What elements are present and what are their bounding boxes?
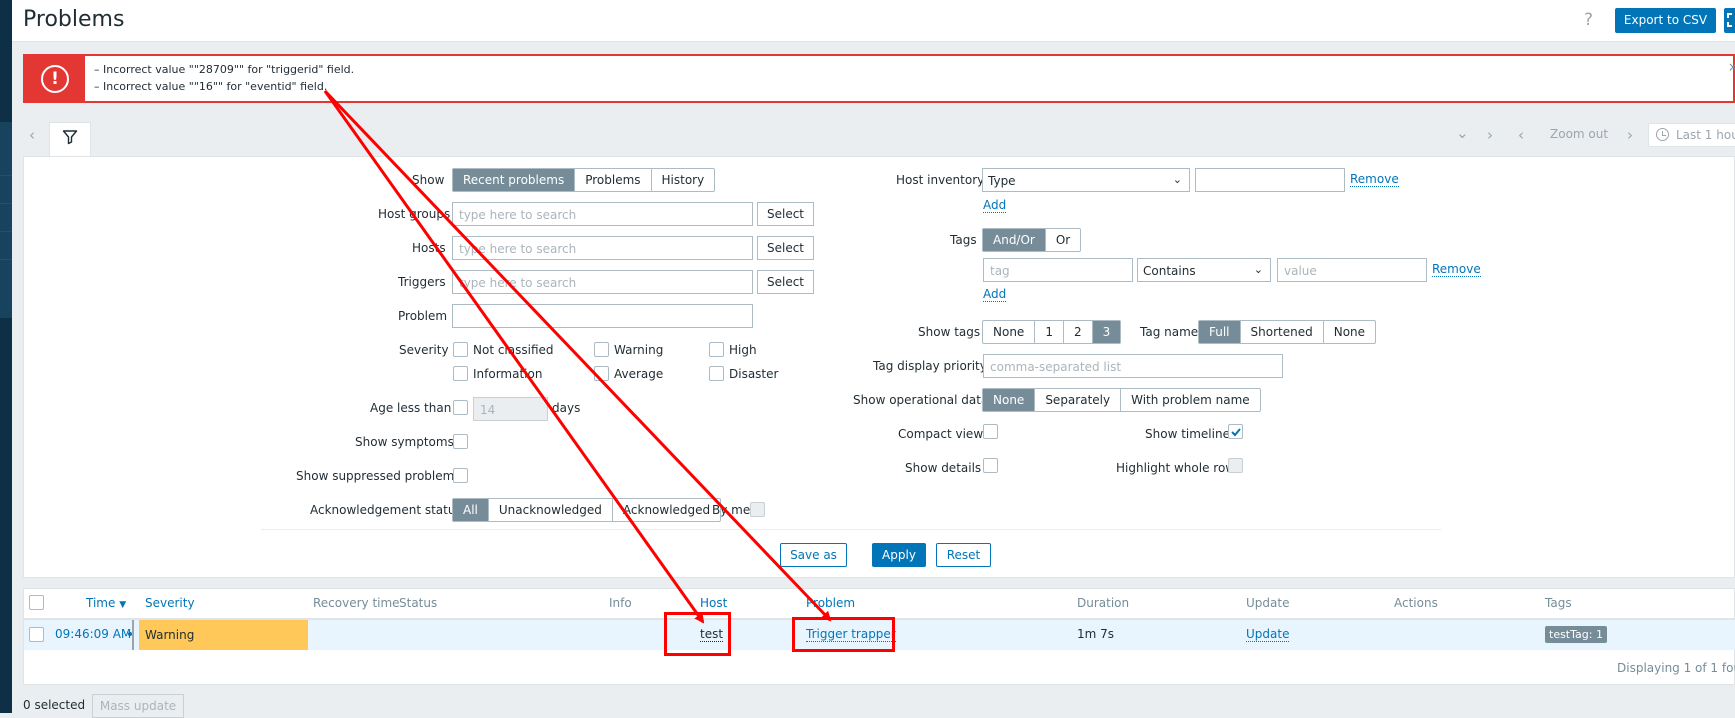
annotation-arrow-to-host bbox=[323, 90, 705, 624]
annotation-arrows bbox=[323, 89, 832, 624]
annotation-arrow-to-problem bbox=[323, 89, 832, 622]
